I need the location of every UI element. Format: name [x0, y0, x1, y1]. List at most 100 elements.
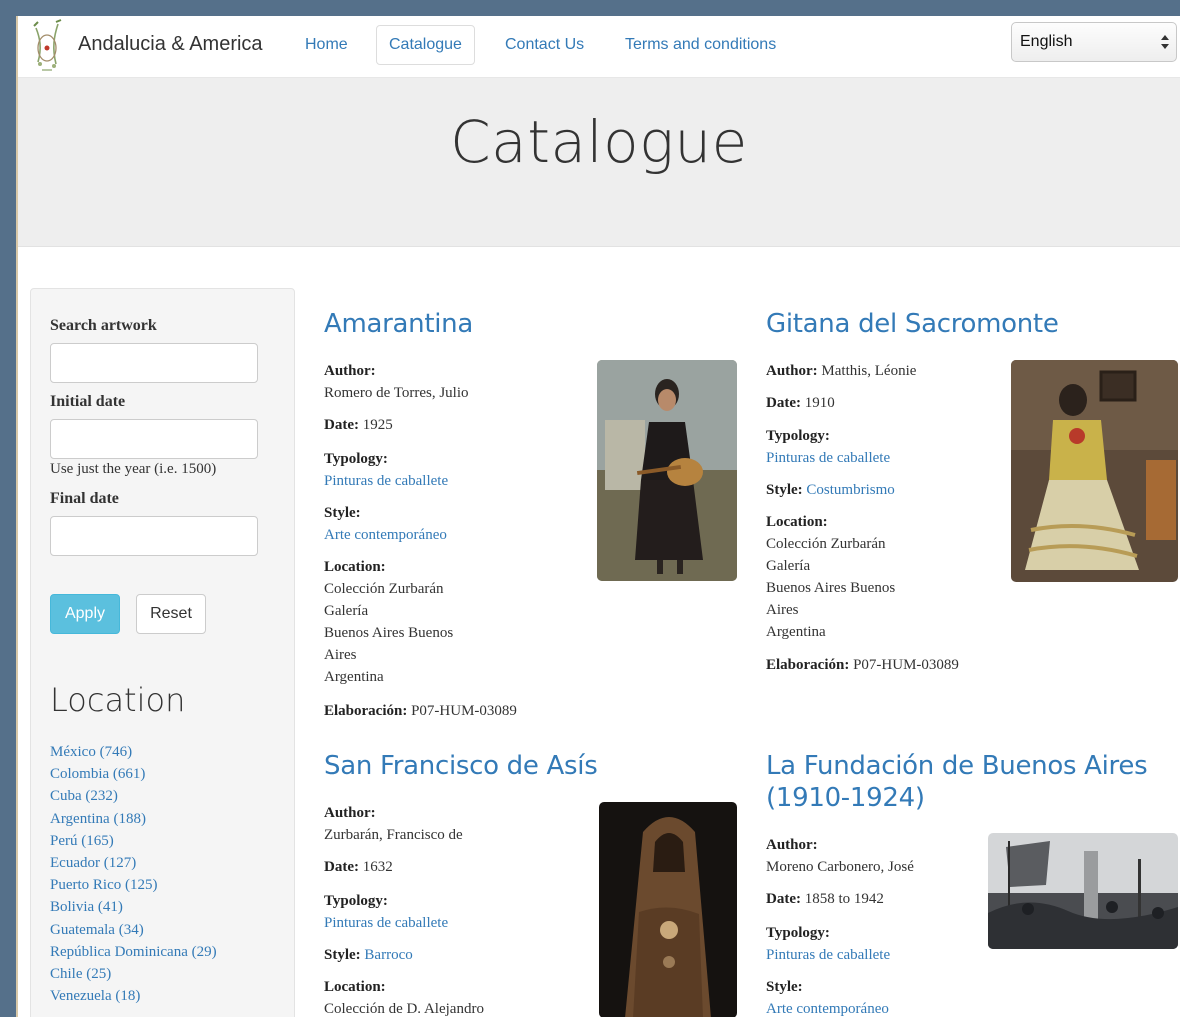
language-select[interactable]: English: [1011, 22, 1177, 62]
language-select-value: English: [1020, 33, 1073, 50]
location-line: Aires: [766, 602, 799, 618]
date-label: Date:: [766, 891, 801, 907]
nav-contact-us[interactable]: Contact Us: [492, 25, 597, 65]
author-field: Author: Zurbarán, Francisco de: [324, 802, 463, 846]
location-line: Argentina: [324, 669, 384, 685]
typology-link[interactable]: Pinturas de caballete: [766, 450, 890, 466]
select-arrows-icon: [1161, 35, 1169, 49]
artwork-card: San Francisco de Asís Author: Zurbarán, …: [324, 750, 744, 1017]
style-field: Style: Barroco: [324, 944, 413, 966]
typology-field: Typology: Pinturas de caballete: [766, 922, 890, 966]
style-link[interactable]: Arte contemporáneo: [324, 527, 447, 543]
style-link[interactable]: Barroco: [364, 947, 412, 963]
location-field: Location: Colección Zurbarán Galería Bue…: [766, 511, 895, 643]
location-link-guatemala[interactable]: Guatemala (34): [50, 919, 217, 941]
author-value: Zurbarán, Francisco de: [324, 827, 463, 843]
typology-link[interactable]: Pinturas de caballete: [324, 473, 448, 489]
location-label: Location:: [766, 514, 828, 530]
date-value: 1910: [804, 395, 835, 411]
date-value: 1925: [362, 417, 393, 433]
style-label: Style:: [324, 947, 361, 963]
location-line: Buenos Aires Buenos: [766, 580, 896, 596]
author-label: Author:: [324, 363, 376, 379]
location-line: Galería: [324, 603, 369, 619]
style-field: Style: Arte contemporáneo: [324, 502, 447, 546]
artwork-card: La Fundación de Buenos Aires (1910-1924)…: [766, 750, 1180, 1017]
typology-label: Typology:: [324, 893, 388, 909]
author-field: Author: Matthis, Léonie: [766, 360, 916, 382]
typology-label: Typology:: [766, 925, 830, 941]
artwork-title-link[interactable]: San Francisco de Asís: [324, 750, 744, 782]
apply-button[interactable]: Apply: [50, 594, 120, 634]
nav-catalogue[interactable]: Catalogue: [376, 25, 475, 65]
reset-button[interactable]: Reset: [136, 594, 206, 634]
page-header: Catalogue: [18, 78, 1180, 247]
location-link-republica-dominicana[interactable]: República Dominicana (29): [50, 941, 217, 963]
location-link-puerto-rico[interactable]: Puerto Rico (125): [50, 874, 217, 896]
style-field: Style: Costumbrismo: [766, 479, 895, 501]
nav-terms-and-conditions[interactable]: Terms and conditions: [612, 25, 789, 65]
location-label: Location:: [324, 979, 386, 995]
typology-label: Typology:: [766, 428, 830, 444]
elaboracion-label: Elaboración:: [324, 703, 408, 719]
location-link-bolivia[interactable]: Bolivia (41): [50, 896, 217, 918]
author-label: Author:: [766, 837, 818, 853]
style-field: Style: Arte contemporáneo: [766, 976, 889, 1017]
typology-link[interactable]: Pinturas de caballete: [324, 915, 448, 931]
location-link-peru[interactable]: Perú (165): [50, 830, 217, 852]
style-label: Style:: [766, 482, 803, 498]
artwork-thumbnail-image[interactable]: [1011, 360, 1178, 582]
location-label: Location:: [324, 559, 386, 575]
typology-field: Typology: Pinturas de caballete: [766, 425, 890, 469]
date-value: 1632: [362, 859, 393, 875]
style-label: Style:: [766, 979, 803, 995]
location-link-venezuela[interactable]: Venezuela (18): [50, 985, 217, 1007]
typology-link[interactable]: Pinturas de caballete: [766, 947, 890, 963]
date-field: Date: 1858 to 1942: [766, 888, 884, 910]
artwork-title-link[interactable]: La Fundación de Buenos Aires (1910-1924): [766, 750, 1180, 814]
author-label: Author:: [324, 805, 376, 821]
location-link-argentina[interactable]: Argentina (188): [50, 808, 217, 830]
location-line: Colección de D. Alejandro: [324, 1001, 484, 1017]
date-field: Date: 1910: [766, 392, 835, 414]
artwork-title-link[interactable]: Amarantina: [324, 308, 744, 340]
browser-viewport: Andalucia & America Home Catalogue Conta…: [16, 16, 1180, 1017]
artwork-title-link[interactable]: Gitana del Sacromonte: [766, 308, 1180, 340]
author-label: Author:: [766, 363, 818, 379]
date-field: Date: 1925: [324, 414, 393, 436]
location-link-chile[interactable]: Chile (25): [50, 963, 217, 985]
brand-name[interactable]: Andalucia & America: [78, 33, 263, 56]
location-link-mexico[interactable]: México (746): [50, 741, 217, 763]
style-label: Style:: [324, 505, 361, 521]
author-value: Matthis, Léonie: [821, 363, 917, 379]
elaboracion-value: P07-HUM-03089: [853, 657, 959, 673]
location-line: Colección Zurbarán: [766, 536, 886, 552]
artwork-thumbnail-image[interactable]: [597, 360, 737, 581]
date-label: Date:: [324, 859, 359, 875]
location-link-colombia[interactable]: Colombia (661): [50, 763, 217, 785]
location-heading: Location: [50, 681, 186, 719]
location-list: México (746) Colombia (661) Cuba (232) A…: [50, 741, 217, 1007]
elaboracion-value: P07-HUM-03089: [411, 703, 517, 719]
location-link-cuba[interactable]: Cuba (232): [50, 785, 217, 807]
artwork-thumbnail-image[interactable]: [988, 833, 1178, 949]
location-line: Galería: [766, 558, 811, 574]
style-link[interactable]: Arte contemporáneo: [766, 1001, 889, 1017]
location-link-ecuador[interactable]: Ecuador (127): [50, 852, 217, 874]
artwork-card: Amarantina Author: Romero de Torres, Jul…: [324, 308, 744, 728]
typology-field: Typology: Pinturas de caballete: [324, 890, 448, 934]
date-label: Date:: [766, 395, 801, 411]
date-help-text: Use just the year (i.e. 1500): [50, 461, 217, 477]
artwork-thumbnail-image[interactable]: [599, 802, 737, 1017]
search-artwork-label: Search artwork: [50, 317, 157, 334]
location-field: Location: Colección Zurbarán Galería Bue…: [324, 556, 453, 688]
style-link[interactable]: Costumbrismo: [806, 482, 894, 498]
search-artwork-input[interactable]: [50, 343, 258, 383]
author-field: Author: Romero de Torres, Julio: [324, 360, 469, 404]
artwork-card: Gitana del Sacromonte Author: Matthis, L…: [766, 308, 1180, 678]
brand-logo-icon[interactable]: [28, 18, 66, 74]
final-date-input[interactable]: [50, 516, 258, 556]
initial-date-input[interactable]: [50, 419, 258, 459]
location-line: Aires: [324, 647, 357, 663]
nav-home[interactable]: Home: [292, 25, 361, 65]
